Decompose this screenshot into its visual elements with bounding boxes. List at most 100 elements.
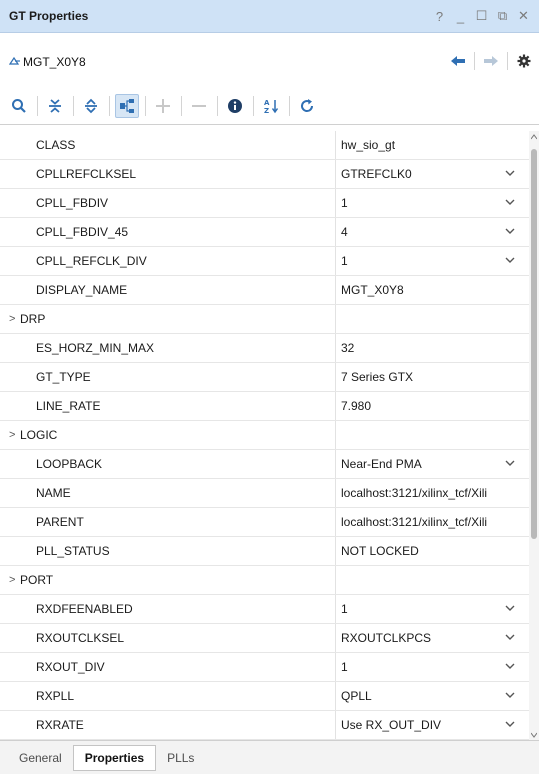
collapse-all-icon [49, 99, 61, 113]
chevron-right-icon[interactable]: > [9, 574, 15, 586]
scrollbar-thumb[interactable] [531, 149, 537, 539]
property-value-dropdown[interactable]: 1 [336, 653, 529, 681]
transceiver-icon [9, 56, 20, 65]
toolbar-separator [217, 96, 218, 116]
property-row[interactable]: CPLL_FBDIV_45 4 [0, 218, 529, 247]
close-button[interactable]: ✕ [514, 6, 533, 26]
chevron-down-icon[interactable] [505, 661, 515, 671]
forward-button[interactable] [478, 49, 504, 73]
property-name: LINE_RATE [36, 399, 101, 413]
property-row[interactable]: LINE_RATE 7.980 [0, 392, 529, 421]
property-value: RXOUTCLKPCS [341, 631, 432, 645]
property-name: RXPLL [36, 689, 75, 703]
property-value: hw_sio_gt [341, 138, 396, 152]
property-value-dropdown[interactable]: Use RX_OUT_DIV [336, 711, 529, 739]
add-button[interactable] [151, 94, 175, 118]
property-value-dropdown[interactable]: 1 [336, 189, 529, 217]
chevron-down-icon[interactable] [505, 226, 515, 236]
toolbar-separator [253, 96, 254, 116]
back-button[interactable] [445, 49, 471, 73]
property-value-cell [336, 566, 529, 594]
property-name: RXRATE [36, 718, 84, 732]
maximize-button[interactable]: ☐ [472, 6, 491, 26]
property-row[interactable]: CPLL_REFCLK_DIV 1 [0, 247, 529, 276]
property-value-dropdown[interactable]: RXOUTCLKPCS [336, 624, 529, 652]
remove-button[interactable] [187, 94, 211, 118]
svg-text:Z: Z [264, 107, 269, 114]
property-row[interactable]: RXOUT_DIV 1 [0, 653, 529, 682]
property-row[interactable]: > LOGIC [0, 421, 529, 450]
property-name-cell: CPLL_FBDIV_45 [0, 218, 336, 246]
minimize-button[interactable]: _ [451, 6, 470, 26]
chevron-right-icon[interactable]: > [9, 313, 15, 325]
property-name-cell: CPLL_FBDIV [0, 189, 336, 217]
sort-button[interactable]: A Z [259, 94, 283, 118]
property-row[interactable]: > DRP [0, 305, 529, 334]
property-value: NOT LOCKED [341, 544, 419, 558]
toolbar-separator [37, 96, 38, 116]
property-row[interactable]: > PORT [0, 566, 529, 595]
property-row[interactable]: CPLL_FBDIV 1 [0, 189, 529, 218]
property-name-cell: DISPLAY_NAME [0, 276, 336, 304]
property-row[interactable]: NAME localhost:3121/xilinx_tcf/Xili [0, 479, 529, 508]
property-name-cell: PARENT [0, 508, 336, 536]
chevron-down-icon[interactable] [505, 603, 515, 613]
property-value-dropdown[interactable]: GTREFCLK0 [336, 160, 529, 188]
expand-all-button[interactable] [79, 94, 103, 118]
property-value-cell: 7 Series GTX [336, 363, 529, 391]
float-button[interactable]: ⧉ [493, 6, 512, 26]
property-row[interactable]: RXPLL QPLL [0, 682, 529, 711]
properties-table: CLASS hw_sio_gt CPLLREFCLKSEL GTREFCLK0 CPLL… [0, 131, 529, 740]
tab-plls[interactable]: PLLs [156, 745, 205, 771]
property-value: QPLL [341, 689, 372, 703]
property-value-dropdown[interactable]: 4 [336, 218, 529, 246]
property-row[interactable]: RXOUTCLKSEL RXOUTCLKPCS [0, 624, 529, 653]
chevron-down-icon[interactable] [505, 690, 515, 700]
property-row[interactable]: RXRATE Use RX_OUT_DIV [0, 711, 529, 740]
chevron-right-icon[interactable]: > [9, 429, 15, 441]
property-name-cell: GT_TYPE [0, 363, 336, 391]
bottom-tabs: General Properties PLLs [0, 740, 539, 774]
chevron-down-icon[interactable] [505, 458, 515, 468]
property-value-dropdown[interactable]: 1 [336, 595, 529, 623]
group-button[interactable] [115, 94, 139, 118]
scroll-down-icon[interactable] [531, 732, 537, 738]
property-row[interactable]: PLL_STATUS NOT LOCKED [0, 537, 529, 566]
property-row[interactable]: RXDFEENABLED 1 [0, 595, 529, 624]
settings-button[interactable] [511, 49, 537, 73]
property-value-dropdown[interactable]: Near-End PMA [336, 450, 529, 478]
property-value: MGT_X0Y8 [341, 283, 404, 297]
chevron-down-icon[interactable] [505, 168, 515, 178]
property-value-dropdown[interactable]: 1 [336, 247, 529, 275]
refresh-button[interactable] [295, 94, 319, 118]
chevron-down-icon[interactable] [505, 255, 515, 265]
property-row[interactable]: ES_HORZ_MIN_MAX 32 [0, 334, 529, 363]
property-value-dropdown[interactable]: QPLL [336, 682, 529, 710]
svg-text:A: A [264, 99, 270, 107]
chevron-down-icon[interactable] [505, 197, 515, 207]
scroll-up-icon[interactable] [531, 134, 537, 140]
info-button[interactable] [223, 94, 247, 118]
property-value-cell: 32 [336, 334, 529, 362]
property-name-cell: PLL_STATUS [0, 537, 336, 565]
property-name-cell: RXPLL [0, 682, 336, 710]
property-value-cell: 7.980 [336, 392, 529, 420]
property-name: GT_TYPE [36, 370, 91, 384]
property-name: RXOUT_DIV [36, 660, 105, 674]
chevron-down-icon[interactable] [505, 632, 515, 642]
tab-properties[interactable]: Properties [72, 744, 157, 771]
property-row[interactable]: GT_TYPE 7 Series GTX [0, 363, 529, 392]
nav-separator [507, 52, 508, 70]
collapse-all-button[interactable] [43, 94, 67, 118]
vertical-scrollbar[interactable] [529, 131, 539, 740]
property-row[interactable]: PARENT localhost:3121/xilinx_tcf/Xili [0, 508, 529, 537]
tab-general[interactable]: General [8, 745, 73, 771]
property-row[interactable]: LOOPBACK Near-End PMA [0, 450, 529, 479]
property-row[interactable]: DISPLAY_NAME MGT_X0Y8 [0, 276, 529, 305]
property-row[interactable]: CPLLREFCLKSEL GTREFCLK0 [0, 160, 529, 189]
help-button[interactable]: ? [430, 6, 449, 26]
chevron-down-icon[interactable] [505, 719, 515, 729]
search-button[interactable] [7, 94, 31, 118]
toolbar-separator [145, 96, 146, 116]
property-row[interactable]: CLASS hw_sio_gt [0, 131, 529, 160]
